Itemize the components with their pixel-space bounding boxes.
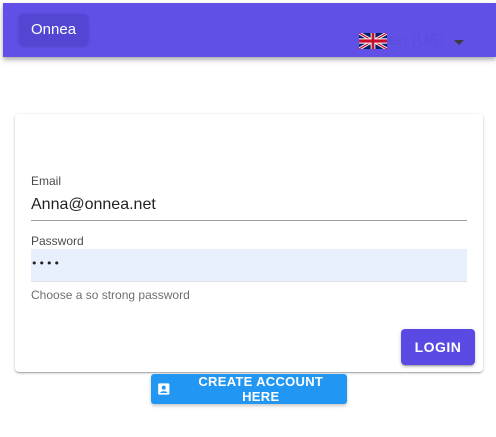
password-hint: Choose a so strong password <box>31 288 190 302</box>
top-app-bar: Onnea en (US) <box>3 3 496 57</box>
email-field[interactable]: Anna@onnea.net <box>31 194 467 221</box>
email-label: Email <box>31 174 62 188</box>
caret-down-icon <box>454 39 465 45</box>
account-box-icon <box>158 383 170 395</box>
login-card: Email Anna@onnea.net Password •••• Choos… <box>15 114 483 372</box>
create-account-label: CREATE ACCOUNT HERE <box>198 374 324 404</box>
login-button[interactable]: LOGIN <box>401 329 475 365</box>
brand-button[interactable]: Onnea <box>19 14 89 45</box>
create-account-button[interactable]: CREATE ACCOUNT HERE <box>151 374 347 404</box>
uk-flag-icon <box>359 33 387 49</box>
password-label: Password <box>31 234 84 248</box>
language-label: en (US) <box>389 32 445 49</box>
language-selector[interactable]: en (US) <box>359 30 465 52</box>
password-field[interactable]: •••• <box>31 249 467 282</box>
